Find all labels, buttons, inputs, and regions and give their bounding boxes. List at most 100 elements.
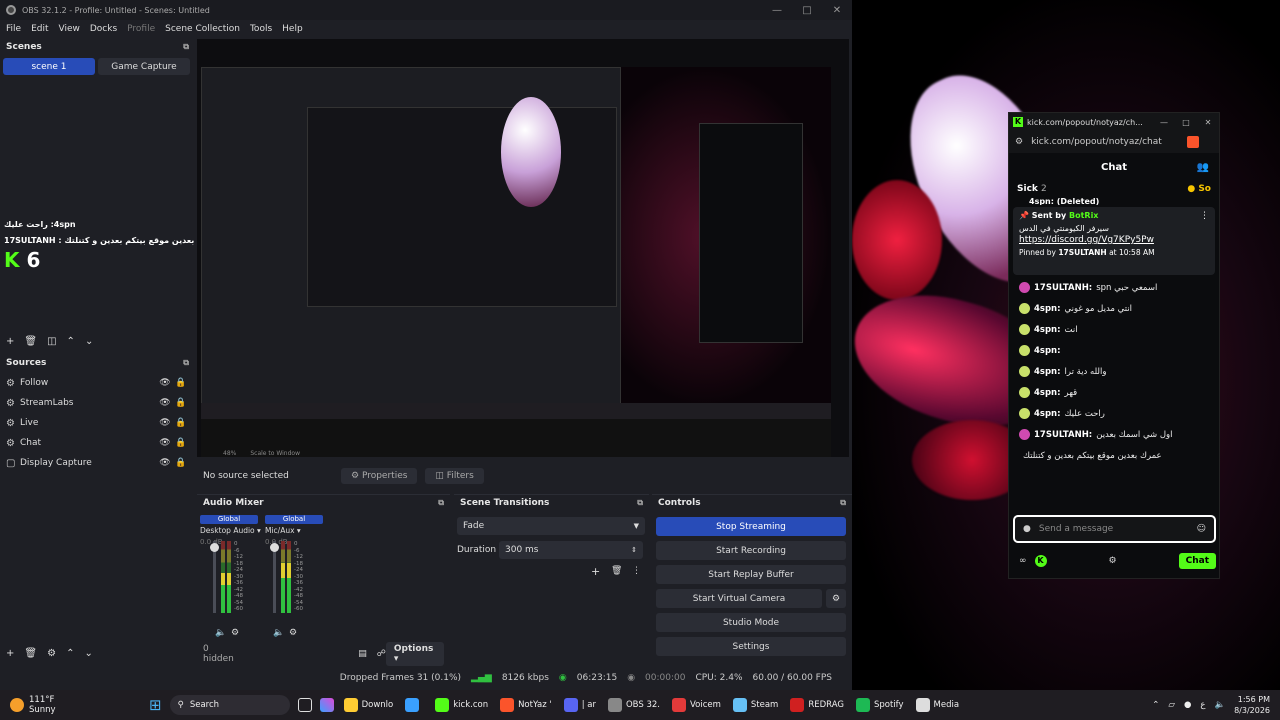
add-icon[interactable]: + [6, 336, 14, 347]
properties-button[interactable]: ⚙ Properties [341, 468, 418, 484]
trash-icon[interactable]: 🗑 [611, 566, 622, 576]
taskbar-app[interactable]: NotYaz ' [494, 690, 558, 720]
source-item-display-capture[interactable]: ▢ Display Capture 👁 🔒 [0, 453, 195, 473]
minimize-button[interactable]: — [1153, 118, 1175, 127]
mic-icon[interactable]: ● [1184, 700, 1191, 710]
users-icon[interactable]: 👥 [1197, 162, 1209, 173]
close-button[interactable]: ✕ [1197, 118, 1219, 127]
chat-send-button[interactable]: Chat [1178, 553, 1216, 569]
copilot-icon[interactable] [316, 690, 338, 720]
add-icon[interactable]: + [6, 648, 14, 659]
minimize-button[interactable]: — [762, 5, 792, 16]
taskbar-search[interactable]: ⚲ Search [169, 695, 290, 715]
menu-scene-collection[interactable]: Scene Collection [165, 24, 240, 34]
pinned-link[interactable]: https://discord.gg/Vg7KPy5Pw [1019, 235, 1209, 245]
maximize-button[interactable]: □ [1175, 118, 1197, 127]
source-item-follow[interactable]: ⚙ Follow 👁 🔒 [0, 373, 195, 393]
avatar[interactable] [1019, 303, 1030, 314]
volume-meter-mic[interactable]: 0 -6 -12 -18 -24 -30 -36 -42 -48 -54 -60 [270, 541, 307, 613]
undock-icon[interactable]: ⧉ [183, 358, 189, 368]
stop-streaming-button[interactable]: Stop Streaming [656, 517, 846, 536]
lock-icon[interactable]: 🔒 [173, 458, 189, 468]
channel-name[interactable]: Mic/Aux ▾ [265, 526, 323, 535]
infinity-icon[interactable]: ∞ [1019, 556, 1027, 566]
speaker-icon[interactable]: 🔈 [273, 628, 284, 638]
menu-profile[interactable]: Profile [127, 24, 155, 34]
lock-icon[interactable]: 🔒 [173, 438, 189, 448]
undock-icon[interactable]: ⧉ [183, 42, 189, 52]
source-item-live[interactable]: ⚙ Live 👁 🔒 [0, 413, 195, 433]
chat-username[interactable]: 4spn: [1034, 346, 1061, 356]
lock-icon[interactable]: 🔒 [173, 398, 189, 408]
taskbar-app[interactable]: OBS 32. [602, 690, 666, 720]
lock-icon[interactable]: 🔒 [173, 378, 189, 388]
chat-url[interactable]: kick.com/popout/notyaz/chat [1031, 137, 1162, 147]
channel-gear-icon[interactable]: ⚙ [289, 628, 297, 638]
options-button[interactable]: Options ▾ [385, 642, 444, 666]
preview-canvas[interactable] [197, 39, 849, 457]
virtual-camera-gear-icon[interactable]: ⚙ [826, 589, 846, 608]
taskbar-app[interactable]: Steam [727, 690, 784, 720]
avatar[interactable] [1019, 429, 1030, 440]
down-arrow-icon[interactable]: ⌄ [85, 336, 93, 347]
start-virtual-camera-button[interactable]: Start Virtual Camera [656, 589, 822, 608]
start-recording-button[interactable]: Start Recording [656, 541, 846, 560]
chevron-up-icon[interactable]: ⌃ [1152, 700, 1159, 710]
eye-icon[interactable]: 👁 [157, 418, 173, 428]
zoom-level[interactable]: 48% [223, 450, 236, 457]
close-button[interactable]: ✕ [822, 5, 852, 16]
taskbar-app[interactable]: Media [910, 690, 966, 720]
filter-icon[interactable]: ◫ [47, 336, 56, 347]
settings-button[interactable]: Settings [656, 637, 846, 656]
volume-meter-desktop[interactable]: 0 -6 -12 -18 -24 -30 -36 -42 -48 -54 -60 [210, 541, 247, 613]
taskbar-app[interactable]: Spotify [850, 690, 910, 720]
chat-username[interactable]: 4spn: [1034, 409, 1061, 419]
emoji-icon[interactable]: ☺ [1197, 524, 1206, 534]
menu-help[interactable]: Help [282, 24, 303, 34]
chat-username[interactable]: 4spn: [1034, 367, 1061, 377]
menu-tools[interactable]: Tools [250, 24, 272, 34]
taskbar-app[interactable] [399, 690, 429, 720]
taskbar-app[interactable]: REDRAG [784, 690, 850, 720]
spin-arrows-icon[interactable]: ⇕ [631, 546, 637, 554]
volume-knob[interactable] [210, 543, 219, 552]
menu-view[interactable]: View [59, 24, 80, 34]
source-item-streamlabs[interactable]: ⚙ StreamLabs 👁 🔒 [0, 393, 195, 413]
channel-gear-icon[interactable]: ⚙ [231, 628, 239, 638]
start-button[interactable]: ⊞ [145, 690, 166, 720]
scene-item[interactable]: Game Capture [98, 58, 190, 75]
network-icon[interactable]: ▱ [1168, 700, 1175, 710]
eye-icon[interactable]: 👁 [157, 458, 173, 468]
scene-item[interactable]: scene 1 [3, 58, 95, 75]
filters-button[interactable]: ◫ Filters [425, 468, 484, 484]
eye-icon[interactable]: 👁 [157, 398, 173, 408]
scale-mode[interactable]: Scale to Window [250, 450, 300, 457]
keyboard-lang[interactable]: ع [1200, 700, 1205, 710]
clock[interactable]: 1:56 PM 8/3/2026 [1234, 694, 1270, 716]
taskbar-app[interactable]: | ar [558, 690, 602, 720]
up-arrow-icon[interactable]: ⌃ [66, 648, 74, 659]
avatar[interactable] [1019, 282, 1030, 293]
avatar[interactable] [1019, 366, 1030, 377]
undock-icon[interactable]: ⧉ [840, 498, 846, 508]
speaker-icon[interactable]: 🔈 [215, 628, 226, 638]
kick-icon[interactable]: K [1034, 555, 1047, 567]
volume-icon[interactable]: 🔈 [1214, 700, 1225, 710]
weather-widget[interactable]: 111°F Sunny [0, 695, 145, 715]
undock-icon[interactable]: ⧉ [438, 498, 444, 508]
eye-icon[interactable]: 👁 [157, 378, 173, 388]
menu-file[interactable]: File [6, 24, 21, 34]
taskbar-app[interactable]: Downlo [338, 690, 400, 720]
eye-icon[interactable]: 👁 [157, 438, 173, 448]
task-view-icon[interactable] [294, 690, 316, 720]
undock-icon[interactable]: ⧉ [637, 498, 643, 508]
add-icon[interactable]: + [591, 565, 600, 578]
trash-icon[interactable]: 🗑 [24, 648, 37, 659]
avatar[interactable] [1019, 387, 1030, 398]
duration-spinbox[interactable]: 300 ms ⇕ [499, 541, 643, 559]
avatar[interactable] [1019, 345, 1030, 356]
chat-username[interactable]: 4spn: [1034, 325, 1061, 335]
taskbar-app[interactable]: kick.con [429, 690, 494, 720]
volume-knob[interactable] [270, 543, 279, 552]
start-replay-buffer-button[interactable]: Start Replay Buffer [656, 565, 846, 584]
